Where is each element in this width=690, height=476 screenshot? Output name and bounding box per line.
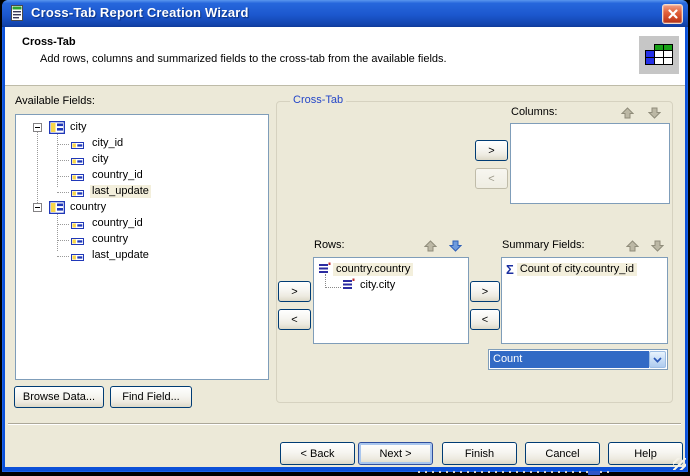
back-button[interactable]: < Back	[280, 442, 355, 465]
tree-node-label[interactable]: country_id	[90, 217, 145, 230]
summary-remove-button[interactable]: <	[470, 309, 500, 330]
cancel-button[interactable]: Cancel	[525, 442, 600, 465]
summary-add-button[interactable]: >	[470, 281, 500, 302]
report-document-icon	[9, 5, 25, 21]
tree-connector	[57, 192, 69, 193]
move-down-icon[interactable]	[647, 107, 662, 119]
move-down-icon[interactable]	[448, 240, 463, 252]
tree-node-label[interactable]: last_update	[90, 249, 151, 262]
browse-data-button[interactable]: Browse Data...	[14, 386, 104, 408]
footer-divider	[8, 423, 681, 425]
available-fields-tree[interactable]: city city_id city country_id last_update…	[15, 114, 269, 380]
finish-button[interactable]: Finish	[442, 442, 517, 465]
columns-remove-button: <	[475, 168, 508, 189]
summary-function-value: Count	[490, 351, 649, 368]
row-field-icon	[342, 278, 355, 293]
collapse-icon[interactable]	[33, 203, 42, 212]
rows-listbox[interactable]: country.country city.city	[313, 257, 469, 344]
crosstab-group-label: Cross-Tab	[290, 94, 347, 106]
row-field-icon	[318, 262, 331, 277]
rows-label: Rows:	[314, 239, 345, 251]
tree-connector	[57, 224, 69, 225]
crosstab-grid-icon	[639, 36, 679, 74]
available-fields-label: Available Fields:	[15, 95, 95, 107]
tree-node-city-last-update[interactable]: last_update	[16, 184, 268, 200]
step-description: Add rows, columns and summarized fields …	[40, 53, 447, 65]
desktop-background: Cross-Tab Report Creation Wizard Cross-T…	[0, 0, 690, 476]
move-up-icon[interactable]	[625, 240, 640, 252]
collapse-icon[interactable]	[33, 123, 42, 132]
tree-connector	[57, 160, 69, 161]
chevron-down-icon	[653, 356, 662, 363]
rows-item-label[interactable]: city.city	[357, 279, 398, 292]
move-down-icon[interactable]	[650, 240, 665, 252]
columns-listbox[interactable]	[510, 123, 670, 204]
rows-item[interactable]: city.city	[342, 278, 398, 293]
tree-node-country-last-update[interactable]: last_update	[16, 248, 268, 264]
wizard-step-header: Cross-Tab Add rows, columns and summariz…	[5, 27, 685, 86]
field-icon	[71, 140, 84, 149]
field-icon	[71, 252, 84, 261]
rows-item[interactable]: country.country	[318, 262, 414, 277]
field-icon	[71, 236, 84, 245]
summary-fields-listbox[interactable]: Σ Count of city.country_id	[501, 257, 668, 344]
field-icon	[71, 220, 84, 229]
field-icon	[71, 188, 84, 197]
tree-connector	[57, 240, 69, 241]
tree-connector	[57, 256, 69, 257]
titlebar[interactable]: Cross-Tab Report Creation Wizard	[2, 0, 688, 27]
close-button[interactable]	[662, 4, 683, 24]
columns-label: Columns:	[511, 106, 558, 118]
close-icon	[667, 9, 678, 19]
dropdown-button[interactable]	[649, 351, 666, 368]
tree-node-city-city-id[interactable]: city_id	[16, 136, 268, 152]
sigma-icon: Σ	[506, 262, 514, 277]
tree-node-country[interactable]: country	[16, 200, 268, 216]
rows-item-label-selected[interactable]: country.country	[333, 263, 414, 276]
tree-node-label[interactable]: country	[68, 201, 108, 214]
tree-node-city-city[interactable]: city	[16, 152, 268, 168]
table-icon	[48, 120, 66, 135]
tree-node-country-country[interactable]: country	[16, 232, 268, 248]
help-button[interactable]: Help	[608, 442, 683, 465]
resize-grip[interactable]	[673, 458, 686, 470]
tree-connector	[57, 144, 69, 145]
next-button[interactable]: Next >	[358, 442, 433, 465]
move-up-icon[interactable]	[423, 240, 438, 252]
summary-item-label-selected[interactable]: Count of city.country_id	[516, 263, 637, 276]
tree-node-label[interactable]: country_id	[90, 169, 145, 182]
tree-node-label[interactable]: city	[90, 153, 111, 166]
desktop-artifact	[418, 471, 610, 473]
tree-node-label[interactable]: country	[90, 233, 130, 246]
summary-fields-label: Summary Fields:	[502, 239, 585, 251]
tree-node-label-selected[interactable]: last_update	[90, 185, 151, 198]
tree-node-country-country-id[interactable]: country_id	[16, 216, 268, 232]
wizard-window: Cross-Tab Report Creation Wizard Cross-T…	[2, 0, 688, 472]
columns-add-button[interactable]: >	[475, 140, 508, 161]
tree-connector	[57, 176, 69, 177]
tree-node-city[interactable]: city	[16, 120, 268, 136]
find-field-button[interactable]: Find Field...	[110, 386, 192, 408]
field-icon	[71, 172, 84, 181]
tree-node-city-country-id[interactable]: country_id	[16, 168, 268, 184]
summary-item[interactable]: Σ Count of city.country_id	[506, 262, 637, 277]
rows-remove-button[interactable]: <	[278, 309, 311, 330]
dialog-client-area: Cross-Tab Add rows, columns and summariz…	[5, 27, 685, 467]
window-title: Cross-Tab Report Creation Wizard	[31, 5, 249, 20]
table-icon	[48, 200, 66, 215]
field-icon	[71, 156, 84, 165]
tree-node-label[interactable]: city_id	[90, 137, 125, 150]
move-up-icon[interactable]	[620, 107, 635, 119]
desktop-artifact	[588, 471, 600, 475]
summary-function-dropdown[interactable]: Count	[488, 349, 668, 370]
step-title: Cross-Tab	[22, 36, 76, 48]
rows-add-button[interactable]: >	[278, 281, 311, 302]
tree-node-label[interactable]: city	[68, 121, 89, 134]
